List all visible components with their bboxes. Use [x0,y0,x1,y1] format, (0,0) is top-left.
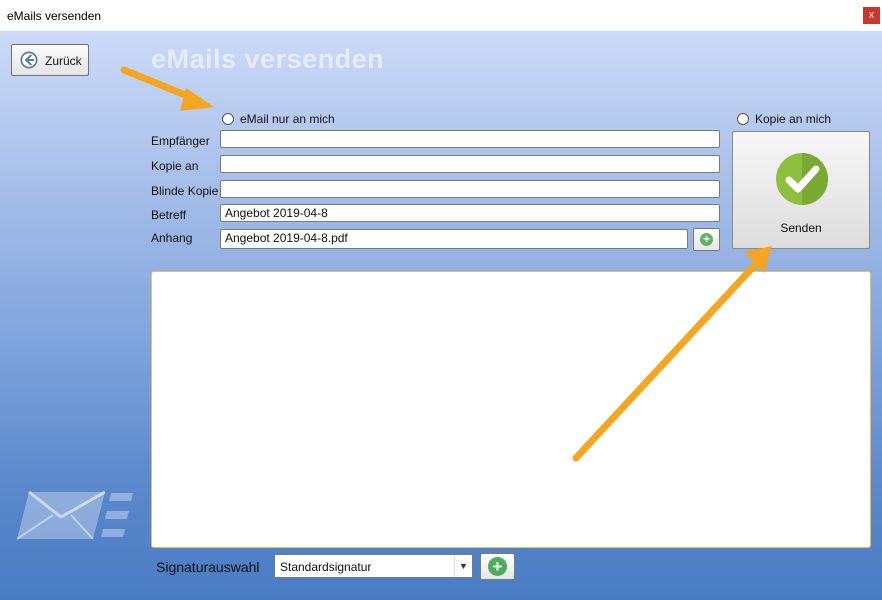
cc-label: Kopie an [151,159,199,173]
subject-label: Betreff [151,208,187,222]
bcc-input[interactable] [220,180,720,198]
only-me-label: eMail nur an mich [240,112,335,126]
message-body-editor[interactable] [151,271,871,548]
recipient-label: Empfänger [151,134,210,148]
only-me-option[interactable]: eMail nur an mich [222,112,335,126]
page-title: eMails versenden [151,44,385,74]
add-attachment-button[interactable]: + [693,228,720,251]
signature-select[interactable]: Standardsignatur ▼ [274,554,473,578]
attachment-input[interactable]: Angebot 2019-04-8.pdf [220,229,688,249]
back-button-label: Zurück [45,54,82,68]
copy-to-me-checkbox[interactable] [737,113,749,125]
only-me-radio[interactable] [222,113,234,125]
title-bar: eMails versenden x [0,0,882,32]
send-button[interactable]: Senden [732,131,870,249]
copy-to-me-label: Kopie an mich [755,112,832,126]
send-button-label: Senden [780,221,822,235]
copy-to-me-option[interactable]: Kopie an mich [737,112,831,126]
back-button[interactable]: Zurück [11,44,89,76]
cc-input[interactable] [220,155,720,173]
envelope-logo-icon [16,491,133,540]
plus-icon: + [488,557,507,576]
window-title: eMails versenden [7,9,102,23]
signature-label: Signaturauswahl [156,559,260,575]
signature-selected-value: Standardsignatur [280,560,372,574]
dropdown-arrow-icon[interactable]: ▼ [454,555,472,577]
close-button[interactable]: x [863,7,880,24]
subject-input[interactable]: Angebot 2019-04-8 [220,204,720,222]
plus-icon: + [700,233,713,246]
arrow-left-circle-icon [20,51,38,69]
recipient-input[interactable] [220,130,720,148]
attachment-label: Anhang [151,231,193,245]
add-signature-button[interactable]: + [480,553,515,580]
bcc-label: Blinde Kopie [151,184,219,198]
checkmark-circle-icon [776,153,828,205]
